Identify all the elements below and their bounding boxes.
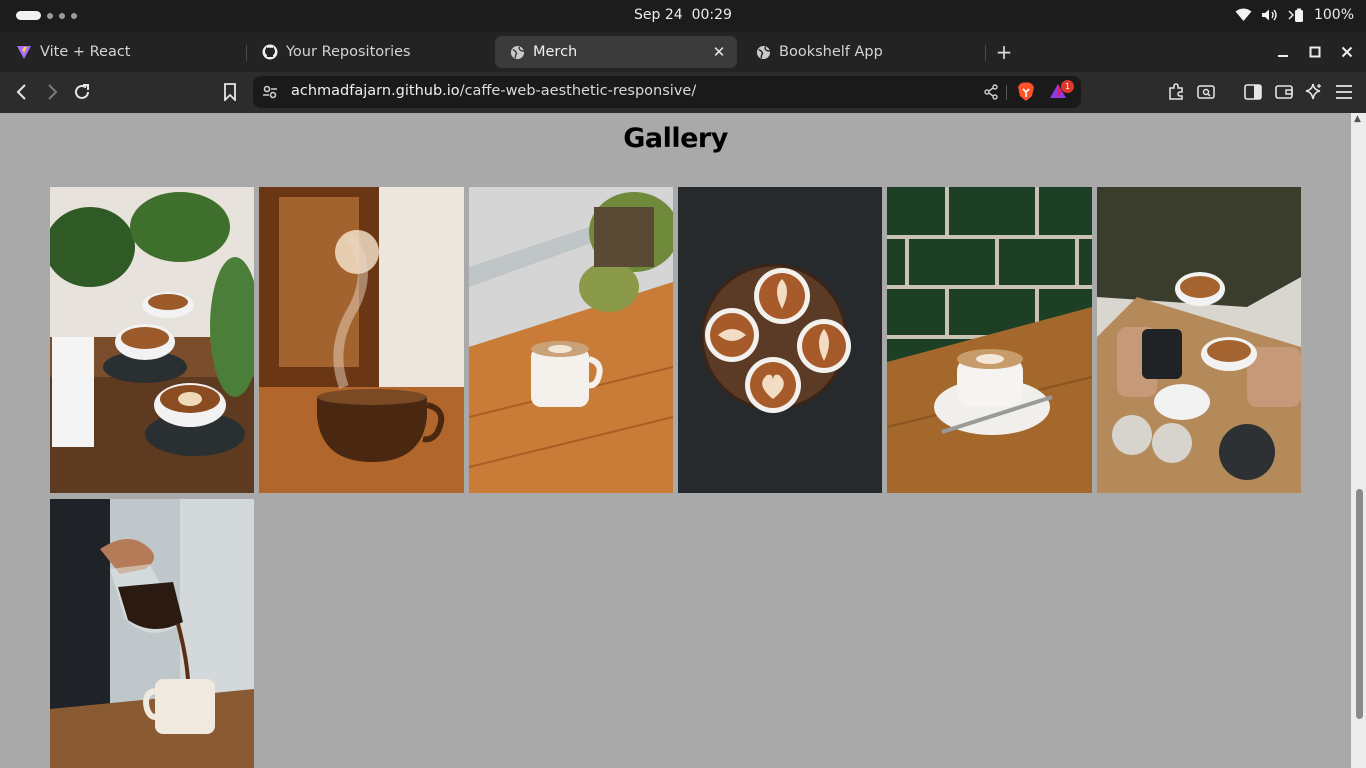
page-content: Gallery: [0, 113, 1351, 768]
gallery-heading: Gallery: [623, 123, 728, 154]
vite-icon: [16, 44, 32, 60]
minimize-button[interactable]: [1273, 42, 1293, 62]
tab-label: Merch: [533, 44, 578, 60]
sidebar-toggle-icon[interactable]: [1242, 81, 1264, 103]
new-tab-button[interactable]: +: [993, 42, 1015, 64]
tab-label: Bookshelf App: [779, 44, 883, 60]
github-icon: [262, 44, 278, 60]
gallery-photo-latte-green-tiles[interactable]: [887, 187, 1092, 493]
reading-list-icon[interactable]: [1195, 81, 1217, 103]
gallery-photo-steaming-cup[interactable]: [259, 187, 464, 493]
globe-icon: [509, 44, 525, 60]
system-tray[interactable]: 100%: [1235, 7, 1354, 23]
address-divider: [1006, 85, 1007, 100]
tab-merch[interactable]: Merch ✕: [495, 36, 737, 68]
tab-label: Your Repositories: [286, 44, 411, 60]
tab-divider: [246, 45, 247, 61]
bookmark-icon[interactable]: [219, 81, 241, 103]
wallet-icon[interactable]: [1273, 81, 1295, 103]
menu-icon[interactable]: [1333, 81, 1355, 103]
os-top-bar: Sep 24 00:29 100%: [0, 0, 1366, 32]
tab-vite-react[interactable]: Vite + React: [2, 36, 242, 68]
brave-shields-icon[interactable]: [1017, 82, 1035, 106]
share-icon[interactable]: [983, 84, 999, 104]
scroll-up-icon[interactable]: ▲: [1354, 115, 1363, 124]
clock-date: Sep 24: [634, 7, 683, 23]
gallery-photo-pour-over-coffee[interactable]: [50, 499, 254, 768]
battery-percentage: 100%: [1313, 7, 1354, 23]
tab-divider: [985, 45, 986, 61]
clock[interactable]: Sep 24 00:29: [0, 7, 1366, 23]
globe-icon: [755, 44, 771, 60]
browser-toolbar: achmadfajarn.github.io/caffe-web-aesthet…: [0, 72, 1366, 113]
close-tab-icon[interactable]: ✕: [711, 44, 727, 60]
url-text[interactable]: achmadfajarn.github.io/caffe-web-aesthet…: [291, 83, 696, 99]
wifi-icon: [1235, 8, 1252, 22]
page-scrollbar[interactable]: ▲: [1351, 113, 1366, 768]
url-host: achmadfajarn.github.io: [291, 83, 460, 99]
tab-bookshelf-app[interactable]: Bookshelf App: [741, 36, 981, 68]
site-settings-icon[interactable]: [262, 84, 278, 104]
gallery-photo-four-lattes-topdown[interactable]: [678, 187, 882, 493]
gallery-photo-latte-cups-plants[interactable]: [50, 187, 254, 493]
extensions-icon[interactable]: [1165, 81, 1187, 103]
clock-time: 00:29: [691, 7, 732, 23]
maximize-button[interactable]: [1305, 42, 1325, 62]
address-bar[interactable]: achmadfajarn.github.io/caffe-web-aesthet…: [253, 76, 1081, 108]
back-button[interactable]: [11, 81, 33, 103]
url-path: /caffe-web-aesthetic-responsive/: [459, 83, 697, 99]
scrollbar-thumb[interactable]: [1356, 489, 1363, 719]
tab-label: Vite + React: [40, 44, 131, 60]
leo-ai-icon[interactable]: [1303, 81, 1325, 103]
forward-button[interactable]: [41, 81, 63, 103]
close-window-button[interactable]: [1337, 42, 1357, 62]
reload-button[interactable]: [71, 81, 93, 103]
gallery-photo-friends-coffee-table[interactable]: [1097, 187, 1301, 493]
battery-icon: [1287, 8, 1305, 23]
rewards-badge: 1: [1061, 80, 1074, 93]
volume-icon: [1261, 8, 1278, 22]
tab-strip: Vite + React Your Repositories Merch ✕ B…: [0, 32, 1366, 72]
gallery-photo-latte-window-plant[interactable]: [469, 187, 673, 493]
tab-your-repositories[interactable]: Your Repositories: [248, 36, 488, 68]
